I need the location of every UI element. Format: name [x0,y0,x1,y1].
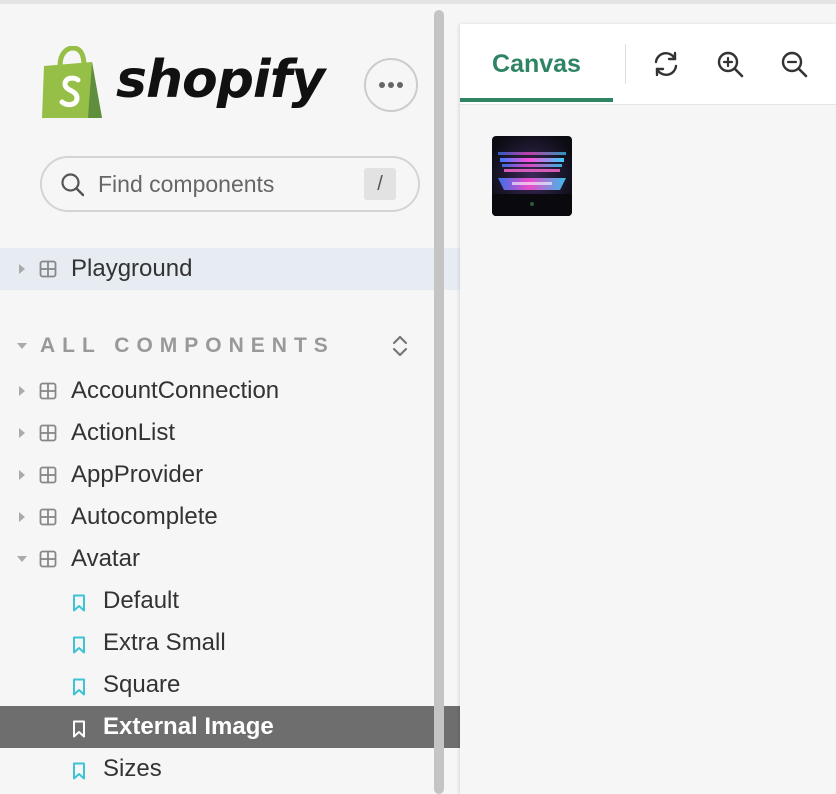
tree-item-label: AccountConnection [71,377,280,404]
caret-down-icon [16,553,28,565]
bookmark-icon [73,636,85,654]
reload-button[interactable] [650,48,682,80]
component-search: / [40,156,420,212]
preview-panel: Canvas [460,24,836,794]
story-item-default[interactable]: Default [0,580,434,622]
bookmark-icon [73,720,85,738]
component-grid-icon [39,260,57,278]
zoom-in-icon [717,51,744,78]
tree-item-appprovider[interactable]: AppProvider [0,454,434,496]
tree-item-label: ActionList [71,419,176,446]
tree-item-playground[interactable]: Playground [0,248,460,290]
bookmark-icon [73,594,85,612]
ellipsis-icon [379,82,403,88]
story-item-external-image[interactable]: External Image [0,706,460,748]
section-title: ALL COMPONENTS [40,334,335,357]
component-grid-icon [39,550,57,568]
tree-item-label: Playground [71,255,193,282]
tree-item-accountconnection[interactable]: AccountConnection [0,370,434,412]
sidebar-scrollbar[interactable] [434,10,444,794]
caret-right-icon [16,469,28,481]
zoom-out-button[interactable] [778,48,810,80]
shopify-bag-icon [42,46,102,118]
search-shortcut-key: / [364,168,396,200]
reload-icon [654,51,678,77]
search-icon [61,173,85,197]
zoom-out-icon [781,51,808,78]
bookmark-icon [73,678,85,696]
story-item-label: Square [103,671,181,698]
search-input[interactable] [98,168,388,200]
avatar-preview-image[interactable] [492,136,572,216]
component-grid-icon [39,508,57,526]
story-item-sizes[interactable]: Sizes [0,748,434,790]
story-item-label: Extra Small [103,629,226,656]
expand-collapse-icon[interactable] [391,333,409,359]
component-grid-icon [39,466,57,484]
story-item-label: Sizes [103,755,162,782]
component-grid-icon [39,424,57,442]
tree-item-label: Avatar [71,545,140,572]
story-item-label: Default [103,587,180,614]
shopify-wordmark: shopify [116,50,325,110]
tree-item-actionlist[interactable]: ActionList [0,412,434,454]
tree-item-label: AppProvider [71,461,204,488]
tree-item-autocomplete[interactable]: Autocomplete [0,496,434,538]
shopify-logo[interactable]: shopify [40,44,325,122]
story-item-label: External Image [103,713,274,740]
story-item-extra-small[interactable]: Extra Small [0,622,434,664]
tab-canvas[interactable]: Canvas [460,24,613,104]
bookmark-icon [73,762,85,780]
caret-down-icon [17,343,27,349]
active-tab-indicator [460,98,613,102]
caret-right-icon [16,385,28,397]
more-options-button[interactable] [364,58,418,112]
tree-item-avatar[interactable]: Avatar [0,538,434,580]
tree-item-label: Autocomplete [71,503,218,530]
toolbar-divider [625,44,626,84]
component-grid-icon [39,382,57,400]
sidebar: shopify / Playground ALL COMPONENTS [0,4,460,794]
story-item-square[interactable]: Square [0,664,434,706]
caret-right-icon [16,263,28,275]
caret-right-icon [16,511,28,523]
zoom-in-button[interactable] [714,48,746,80]
laptop-glow-image [492,136,572,216]
caret-right-icon [16,427,28,439]
section-all-components[interactable]: ALL COMPONENTS [0,328,434,368]
toolbar: Canvas [460,24,836,105]
